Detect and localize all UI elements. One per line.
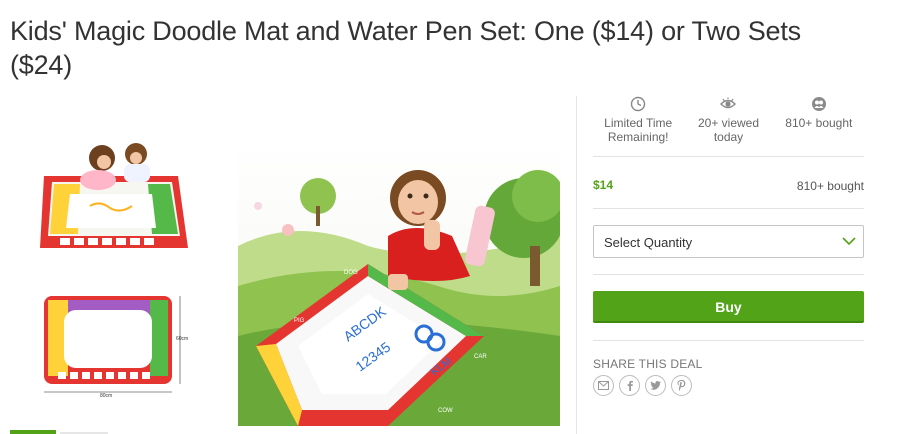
stat-viewed: 20+ viewed today xyxy=(683,96,773,156)
share-buttons xyxy=(593,375,692,396)
divider xyxy=(593,274,864,275)
thumbnail-mat-dimensions[interactable]: 80cm 60cm xyxy=(40,292,190,402)
eye-icon xyxy=(720,97,737,109)
mat-dog: DOG xyxy=(344,270,358,276)
share-pinterest-button[interactable] xyxy=(671,375,692,396)
mat-width-label: 80cm xyxy=(100,393,113,399)
facebook-icon xyxy=(627,380,633,391)
option-price: $14 xyxy=(593,178,614,192)
deal-option[interactable]: $14 810+ bought xyxy=(593,178,864,194)
mat-cow: COW xyxy=(438,408,453,414)
mat-pig: PIG xyxy=(294,318,305,324)
stat-time-remaining: Limited Time Remaining! xyxy=(593,96,683,156)
quantity-select-value: Select Quantity xyxy=(604,235,693,250)
share-facebook-button[interactable] xyxy=(619,375,640,396)
stat-time-label: Limited Time Remaining! xyxy=(604,116,673,144)
twitter-icon xyxy=(650,381,661,390)
divider xyxy=(593,340,864,341)
email-icon xyxy=(598,381,609,390)
share-label: SHARE THIS DEAL xyxy=(593,357,703,371)
quantity-select[interactable]: Select Quantity xyxy=(593,225,864,258)
share-twitter-button[interactable] xyxy=(645,375,666,396)
mat-car: CAR xyxy=(474,354,487,360)
clock-icon xyxy=(630,96,646,112)
stat-bought: 810+ bought xyxy=(774,96,864,156)
chevron-down-icon xyxy=(842,237,856,246)
main-product-image[interactable]: ABCDK 12345 KLM DOG PIG CAR COW xyxy=(238,136,560,426)
pinterest-icon xyxy=(677,380,686,391)
option-bought-count: 810+ bought xyxy=(796,179,864,193)
gallery-active-indicator[interactable] xyxy=(10,430,56,434)
divider xyxy=(593,208,864,209)
divider xyxy=(593,156,864,157)
stat-viewed-label: 20+ viewed today xyxy=(697,116,760,144)
mat-height-label: 60cm xyxy=(176,336,189,342)
thumbnail-kids-on-mat[interactable] xyxy=(40,136,188,268)
stat-bought-label: 810+ bought xyxy=(785,116,853,130)
share-email-button[interactable] xyxy=(593,375,614,396)
deal-title: Kids' Magic Doodle Mat and Water Pen Set… xyxy=(10,16,801,80)
people-icon xyxy=(811,97,826,111)
deal-stats: Limited Time Remaining! 20+ viewed today… xyxy=(593,96,864,156)
buy-button[interactable]: Buy xyxy=(593,291,864,323)
